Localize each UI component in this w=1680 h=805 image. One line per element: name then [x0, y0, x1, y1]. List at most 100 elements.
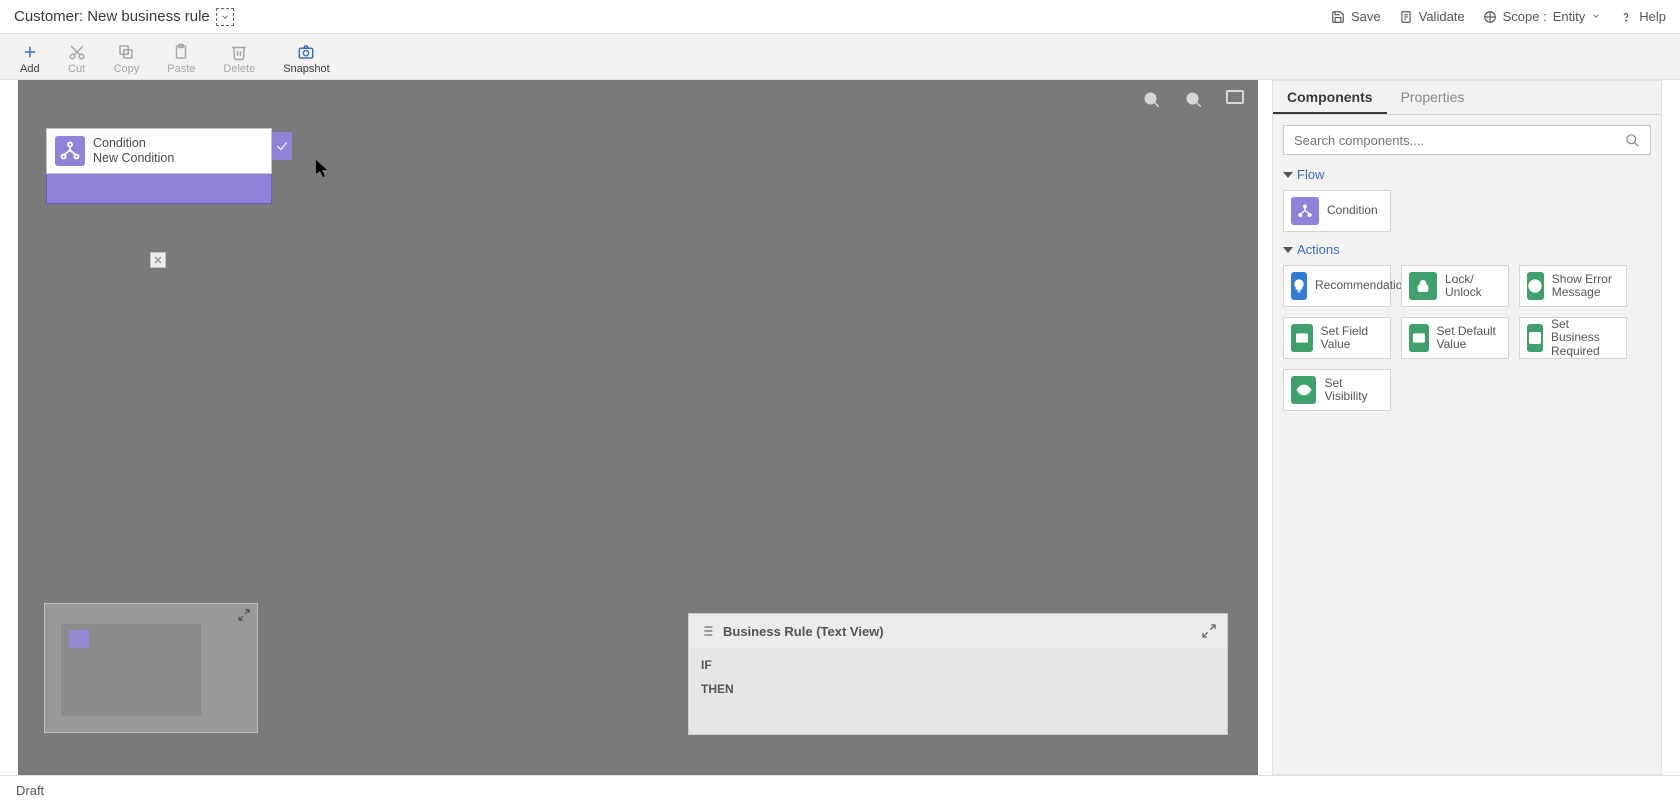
add-button[interactable]: Add	[20, 43, 40, 75]
text-view-title: Business Rule (Text View)	[723, 624, 884, 639]
snapshot-button[interactable]: Snapshot	[283, 43, 329, 75]
minimap[interactable]	[44, 603, 258, 733]
help-label: Help	[1639, 9, 1666, 24]
condition-node[interactable]: Condition New Condition	[46, 128, 272, 204]
fit-to-screen-button[interactable]	[1226, 90, 1244, 104]
cut-icon	[68, 43, 86, 61]
component-recommendation[interactable]: Recommendation	[1283, 265, 1391, 307]
if-keyword: IF	[701, 658, 1215, 672]
collapse-icon	[1283, 172, 1293, 178]
zoom-in-icon	[1185, 91, 1203, 109]
condition-type-label: Condition	[93, 136, 174, 151]
section-actions-header[interactable]: Actions	[1283, 242, 1651, 257]
plus-icon	[21, 43, 39, 61]
validate-label: Validate	[1419, 9, 1465, 24]
lightbulb-icon	[1291, 272, 1307, 300]
canvas-zoom-controls	[1142, 90, 1244, 110]
delete-button[interactable]: Delete	[223, 43, 255, 75]
required-icon	[1527, 324, 1543, 352]
side-panel: Components Properties Flow Condition	[1272, 80, 1662, 775]
collapse-icon	[1283, 247, 1293, 253]
cut-label: Cut	[68, 63, 85, 75]
component-set-default-value[interactable]: Set Default Value	[1401, 317, 1509, 359]
field-icon	[1291, 324, 1313, 352]
component-set-field-value[interactable]: Set Field Value	[1283, 317, 1391, 359]
page-title: Customer: New business rule	[14, 8, 234, 26]
tab-components[interactable]: Components	[1273, 81, 1387, 114]
condition-icon	[1291, 197, 1319, 225]
component-condition-label: Condition	[1327, 204, 1378, 217]
paste-button[interactable]: Paste	[167, 43, 195, 75]
validate-icon	[1399, 10, 1413, 24]
section-flow-header[interactable]: Flow	[1283, 167, 1651, 182]
zoom-in-button[interactable]	[1184, 90, 1204, 110]
topbar: Customer: New business rule Save Validat…	[0, 0, 1680, 34]
mouse-cursor-icon	[316, 160, 330, 178]
section-flow-label: Flow	[1297, 167, 1324, 182]
paste-label: Paste	[167, 63, 195, 75]
validate-button[interactable]: Validate	[1399, 9, 1465, 24]
component-set-business-required-label: Set Business Required	[1551, 318, 1619, 358]
component-show-error[interactable]: Show Error Message	[1519, 265, 1627, 307]
snapshot-label: Snapshot	[283, 63, 329, 75]
text-view-panel: Business Rule (Text View) IF THEN	[688, 613, 1228, 735]
title-prefix: Customer:	[14, 8, 83, 25]
condition-node-body[interactable]	[46, 174, 272, 204]
close-icon	[153, 255, 163, 265]
copy-label: Copy	[114, 63, 140, 75]
search-components[interactable]	[1283, 125, 1651, 155]
component-set-field-value-label: Set Field Value	[1321, 325, 1383, 351]
section-actions-label: Actions	[1297, 242, 1340, 257]
minimap-expand-button[interactable]	[237, 608, 251, 622]
eye-icon	[1291, 376, 1316, 404]
paste-icon	[172, 43, 190, 61]
tab-properties[interactable]: Properties	[1387, 81, 1479, 114]
command-toolbar: Add Cut Copy Paste Delete Snapshot	[0, 34, 1680, 80]
component-set-business-required[interactable]: Set Business Required	[1519, 317, 1627, 359]
help-icon	[1619, 10, 1633, 24]
scope-value: Entity	[1553, 9, 1586, 24]
expand-title-icon[interactable]	[216, 8, 234, 26]
search-input[interactable]	[1294, 133, 1625, 148]
text-view-body: IF THEN	[689, 648, 1227, 734]
error-icon	[1527, 272, 1544, 300]
expand-icon	[1201, 623, 1217, 639]
component-set-visibility[interactable]: Set Visibility	[1283, 369, 1391, 411]
help-button[interactable]: Help	[1619, 9, 1666, 24]
delete-label: Delete	[223, 63, 255, 75]
scope-icon	[1483, 10, 1497, 24]
component-lock-unlock[interactable]: Lock/ Unlock	[1401, 265, 1509, 307]
text-view-expand-button[interactable]	[1201, 623, 1217, 639]
then-keyword: THEN	[701, 682, 1215, 696]
copy-button[interactable]: Copy	[114, 43, 140, 75]
scope-label: Scope :	[1503, 9, 1547, 24]
trash-icon	[230, 43, 248, 61]
cut-button[interactable]: Cut	[68, 43, 86, 75]
scope-selector[interactable]: Scope : Entity	[1483, 9, 1602, 24]
check-icon	[275, 139, 289, 153]
condition-node-header[interactable]: Condition New Condition	[46, 128, 272, 174]
rule-name[interactable]: New business rule	[87, 8, 210, 25]
topbar-actions: Save Validate Scope : Entity Help	[1331, 9, 1666, 24]
main-layout: Condition New Condition	[18, 80, 1662, 775]
designer-canvas[interactable]: Condition New Condition	[18, 80, 1258, 775]
copy-icon	[117, 43, 135, 61]
save-button[interactable]: Save	[1331, 9, 1381, 24]
condition-check-badge	[272, 132, 292, 160]
expand-icon	[237, 608, 251, 622]
zoom-out-button[interactable]	[1142, 90, 1162, 110]
default-icon	[1409, 324, 1429, 352]
status-bar: Draft	[0, 775, 1680, 805]
component-set-default-value-label: Set Default Value	[1437, 325, 1501, 351]
component-condition[interactable]: Condition	[1283, 190, 1391, 232]
text-view-header: Business Rule (Text View)	[689, 614, 1227, 648]
add-label: Add	[20, 63, 40, 75]
node-collapse-handle[interactable]	[150, 252, 166, 268]
camera-icon	[297, 43, 315, 61]
zoom-out-icon	[1143, 91, 1161, 109]
save-icon	[1331, 10, 1345, 24]
component-recommendation-label: Recommendation	[1315, 279, 1409, 292]
search-icon	[1625, 133, 1640, 148]
save-label: Save	[1351, 9, 1381, 24]
minimap-condition-node	[69, 630, 89, 648]
